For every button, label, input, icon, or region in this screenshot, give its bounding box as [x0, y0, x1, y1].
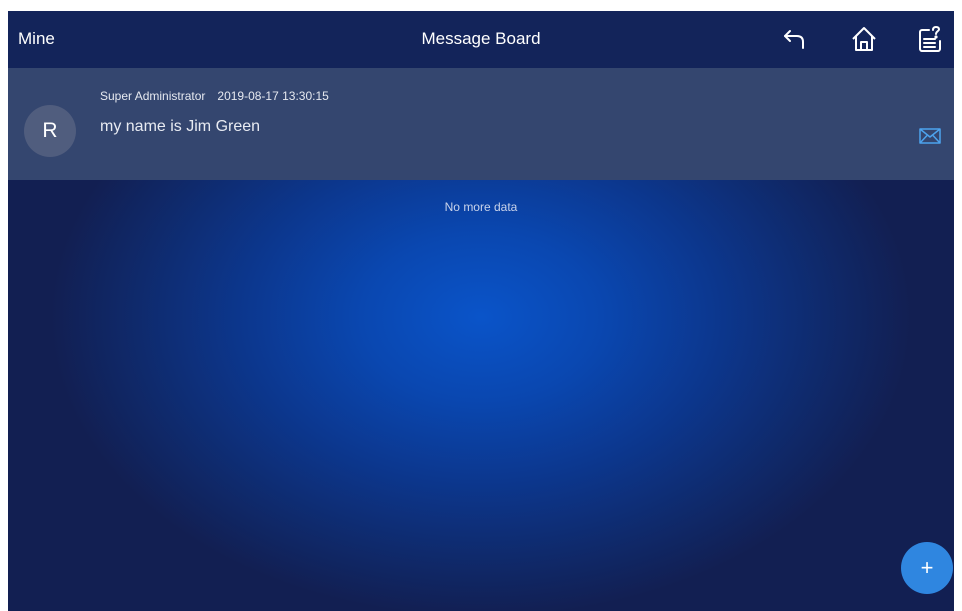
- feedback-icon: [919, 26, 941, 52]
- add-message-button[interactable]: +: [901, 542, 953, 594]
- message-time: 2019-08-17 13:30:15: [217, 89, 329, 103]
- back-button[interactable]: [781, 25, 809, 53]
- page-title: Message Board: [421, 29, 541, 48]
- home-button[interactable]: [850, 25, 878, 53]
- back-arrow-icon: [784, 30, 804, 49]
- home-icon: [852, 27, 876, 51]
- message-text: my name is Jim Green: [100, 118, 261, 135]
- message-item[interactable]: R Super Administrator 2019-08-17 13:30:15…: [8, 68, 954, 180]
- message-meta: Super Administrator 2019-08-17 13:30:15: [100, 88, 329, 104]
- list-end-text: No more data: [444, 200, 518, 214]
- top-bar: Mine Message Board: [8, 11, 954, 68]
- plus-icon: +: [920, 555, 934, 580]
- avatar: R: [24, 105, 76, 157]
- feedback-button[interactable]: [916, 25, 944, 53]
- app-screen: Mine Message Board R Super Administrator…: [8, 11, 954, 611]
- mail-icon: [919, 128, 941, 144]
- message-sender: Super Administrator: [100, 89, 206, 103]
- reply-button[interactable]: [919, 127, 941, 145]
